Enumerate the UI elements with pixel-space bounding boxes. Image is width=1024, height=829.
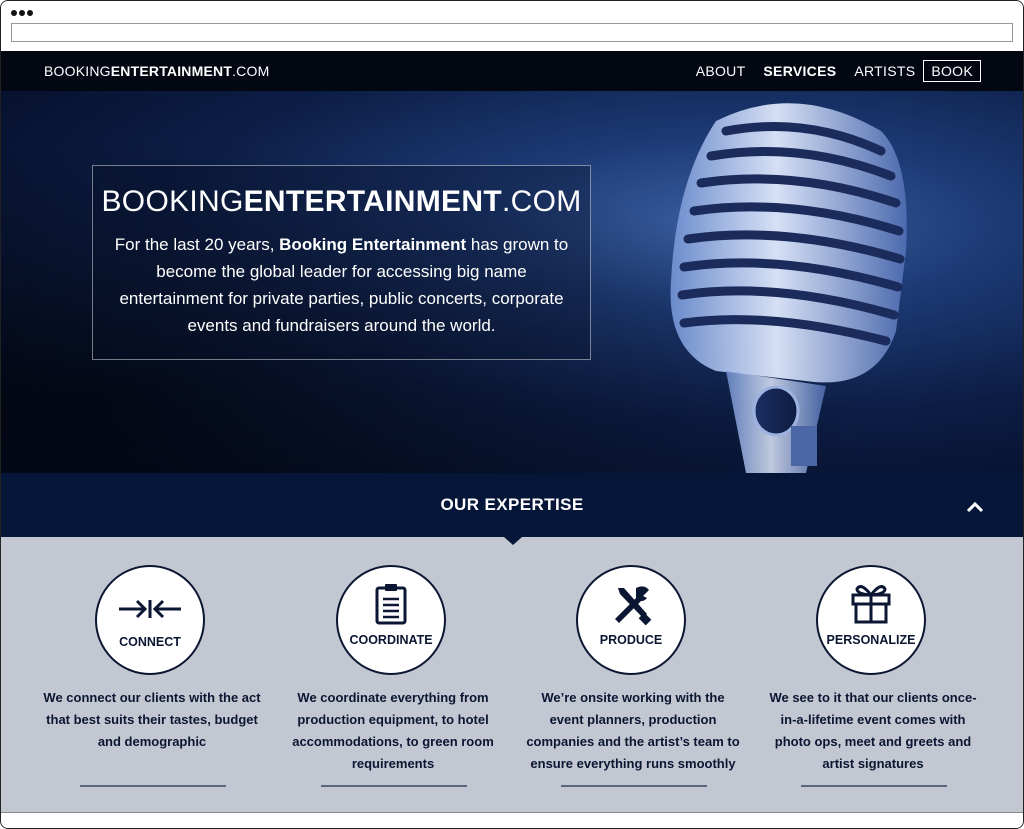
connect-arrows-icon	[119, 599, 181, 619]
hero-banner: BOOKINGENTERTAINMENT.COM For the last 20…	[1, 91, 1023, 473]
hero-text-bold: Booking Entertainment	[279, 235, 467, 254]
produce-label: PRODUCE	[599, 633, 663, 647]
coordinate-description: We coordinate everything from production…	[292, 690, 494, 771]
connect-description: We connect our clients with the act that…	[43, 690, 261, 749]
tools-icon	[615, 586, 652, 626]
section-pointer	[504, 537, 522, 545]
address-bar[interactable]	[11, 23, 1013, 42]
hero-brand-title: BOOKINGENTERTAINMENT.COM	[93, 185, 590, 219]
hero-text-pre: For the last 20 years,	[114, 235, 280, 254]
chevron-up-icon[interactable]	[965, 500, 985, 514]
logo-post: .COM	[232, 63, 270, 79]
hero-brand-post: .COM	[501, 185, 582, 218]
coordinate-divider	[321, 785, 467, 787]
produce-description: We’re onsite working with the event plan…	[526, 690, 740, 771]
site-logo[interactable]: BOOKINGENTERTAINMENT.COM	[44, 63, 269, 79]
window-dot[interactable]	[19, 10, 25, 16]
personalize-divider	[801, 785, 947, 787]
coordinate-label: COORDINATE	[349, 633, 433, 647]
browser-chrome	[1, 1, 1023, 51]
produce-divider	[561, 785, 707, 787]
hero-intro-box: BOOKINGENTERTAINMENT.COM For the last 20…	[92, 165, 591, 360]
window-dot[interactable]	[11, 10, 17, 16]
logo-bold: ENTERTAINMENT	[110, 63, 233, 79]
page-bottom-strip	[1, 812, 1023, 828]
gift-icon	[851, 585, 891, 624]
produce-circle-button[interactable]: PRODUCE	[576, 565, 686, 675]
hero-description: For the last 20 years, Booking Entertain…	[112, 231, 572, 339]
connect-circle-button[interactable]: CONNECT	[95, 565, 205, 675]
personalize-circle-button[interactable]: PERSONALIZE	[816, 565, 926, 675]
nav-links: ABOUT SERVICES ARTISTS BOOK	[696, 60, 981, 82]
connect-divider	[80, 785, 226, 787]
hero-brand-bold: ENTERTAINMENT	[243, 185, 502, 218]
window-dot[interactable]	[27, 10, 33, 16]
microphone-image	[670, 103, 907, 473]
coordinate-circle-button[interactable]: COORDINATE	[336, 565, 446, 675]
hero-brand-pre: BOOKING	[101, 185, 244, 218]
nav-link-about[interactable]: ABOUT	[696, 63, 746, 79]
window-controls	[11, 10, 33, 16]
expertise-title: OUR EXPERTISE	[440, 495, 584, 514]
personalize-label: PERSONALIZE	[826, 633, 916, 647]
site-navbar: BOOKINGENTERTAINMENT.COM ABOUT SERVICES …	[1, 51, 1023, 91]
browser-window: BOOKINGENTERTAINMENT.COM ABOUT SERVICES …	[0, 0, 1024, 829]
personalize-description: We see to it that our clients once-in-a-…	[769, 690, 977, 771]
expertise-header: OUR EXPERTISE	[1, 473, 1023, 537]
clipboard-icon	[375, 584, 407, 625]
nav-link-artists[interactable]: ARTISTS	[854, 63, 915, 79]
logo-pre: BOOKING	[44, 63, 111, 79]
connect-label: CONNECT	[119, 635, 181, 649]
nav-link-services[interactable]: SERVICES	[763, 63, 836, 79]
book-button[interactable]: BOOK	[923, 60, 981, 82]
services-section: CONNECT We connect our clients with the …	[1, 537, 1023, 812]
